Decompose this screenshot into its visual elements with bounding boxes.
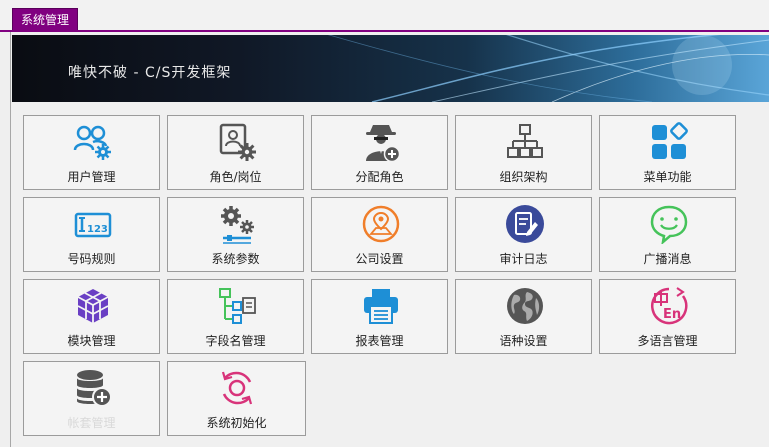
tile-assign-role[interactable]: 分配角色 [311,115,448,190]
tile-field-name-management[interactable]: 字段名管理 [167,279,304,354]
tile-label: 角色/岗位 [209,170,262,184]
role-card-gear-icon [217,122,257,162]
tile-label: 系统初始化 [206,416,267,430]
agent-add-icon [361,122,401,162]
tile-label: 分配角色 [355,170,404,184]
tab-strip: 系统管理 [0,0,769,32]
tile-system-initialization[interactable]: 系统初始化 [167,361,306,436]
tile-org-structure[interactable]: 组织架构 [455,115,592,190]
menu-blocks-icon [649,122,689,162]
tab-system-management[interactable]: 系统管理 [12,8,78,30]
tile-label: 语种设置 [499,334,548,348]
tile-account-set-management[interactable]: 帐套管理 [23,361,160,436]
tile-report-management[interactable]: 报表管理 [311,279,448,354]
database-add-icon [73,368,113,408]
tile-label: 用户管理 [67,170,116,184]
tile-module-management[interactable]: 模块管理 [23,279,160,354]
field-tree-icon [217,286,257,326]
tile-user-management[interactable]: 用户管理 [23,115,160,190]
tile-label: 字段名管理 [205,334,266,348]
tile-system-parameters[interactable]: 系统参数 [167,197,304,272]
tile-broadcast-message[interactable]: 广播消息 [599,197,736,272]
svg-text:123: 123 [87,224,108,235]
tile-label: 报表管理 [355,334,404,348]
audit-log-icon [505,204,545,244]
tile-label: 号码规则 [67,252,116,266]
tile-label: 菜单功能 [643,170,692,184]
chat-message-icon [649,204,689,244]
banner-title: 唯快不破 - C/S开发框架 [68,65,232,81]
chinese-english-icon: En [649,286,689,326]
header-banner: 唯快不破 - C/S开发框架 [12,35,769,102]
company-location-icon [361,204,401,244]
gears-sliders-icon [217,204,257,244]
org-chart-icon [505,122,545,162]
tile-label: 广播消息 [643,252,692,266]
tile-label: 多语言管理 [637,334,698,348]
refresh-cycle-icon [217,368,257,408]
tile-company-settings[interactable]: 公司设置 [311,197,448,272]
tile-label: 公司设置 [355,252,404,266]
tile-label: 组织架构 [499,170,548,184]
tile-label: 审计日志 [499,252,548,266]
cube-module-icon [73,286,113,326]
globe-icon [505,286,545,326]
tile-label: 模块管理 [67,334,116,348]
tile-audit-log[interactable]: 审计日志 [455,197,592,272]
tile-label: 系统参数 [211,252,260,266]
users-gear-icon [73,122,113,162]
number-rule-icon: 123 [73,204,113,244]
printer-report-icon [361,286,401,326]
tile-number-rules[interactable]: 123 号码规则 [23,197,160,272]
tile-menu-functions[interactable]: 菜单功能 [599,115,736,190]
tile-language-settings[interactable]: 语种设置 [455,279,592,354]
tile-role-position[interactable]: 角色/岗位 [167,115,304,190]
tile-label: 帐套管理 [67,416,116,430]
tile-multilanguage-management[interactable]: En 多语言管理 [599,279,736,354]
svg-text:En: En [663,307,681,322]
